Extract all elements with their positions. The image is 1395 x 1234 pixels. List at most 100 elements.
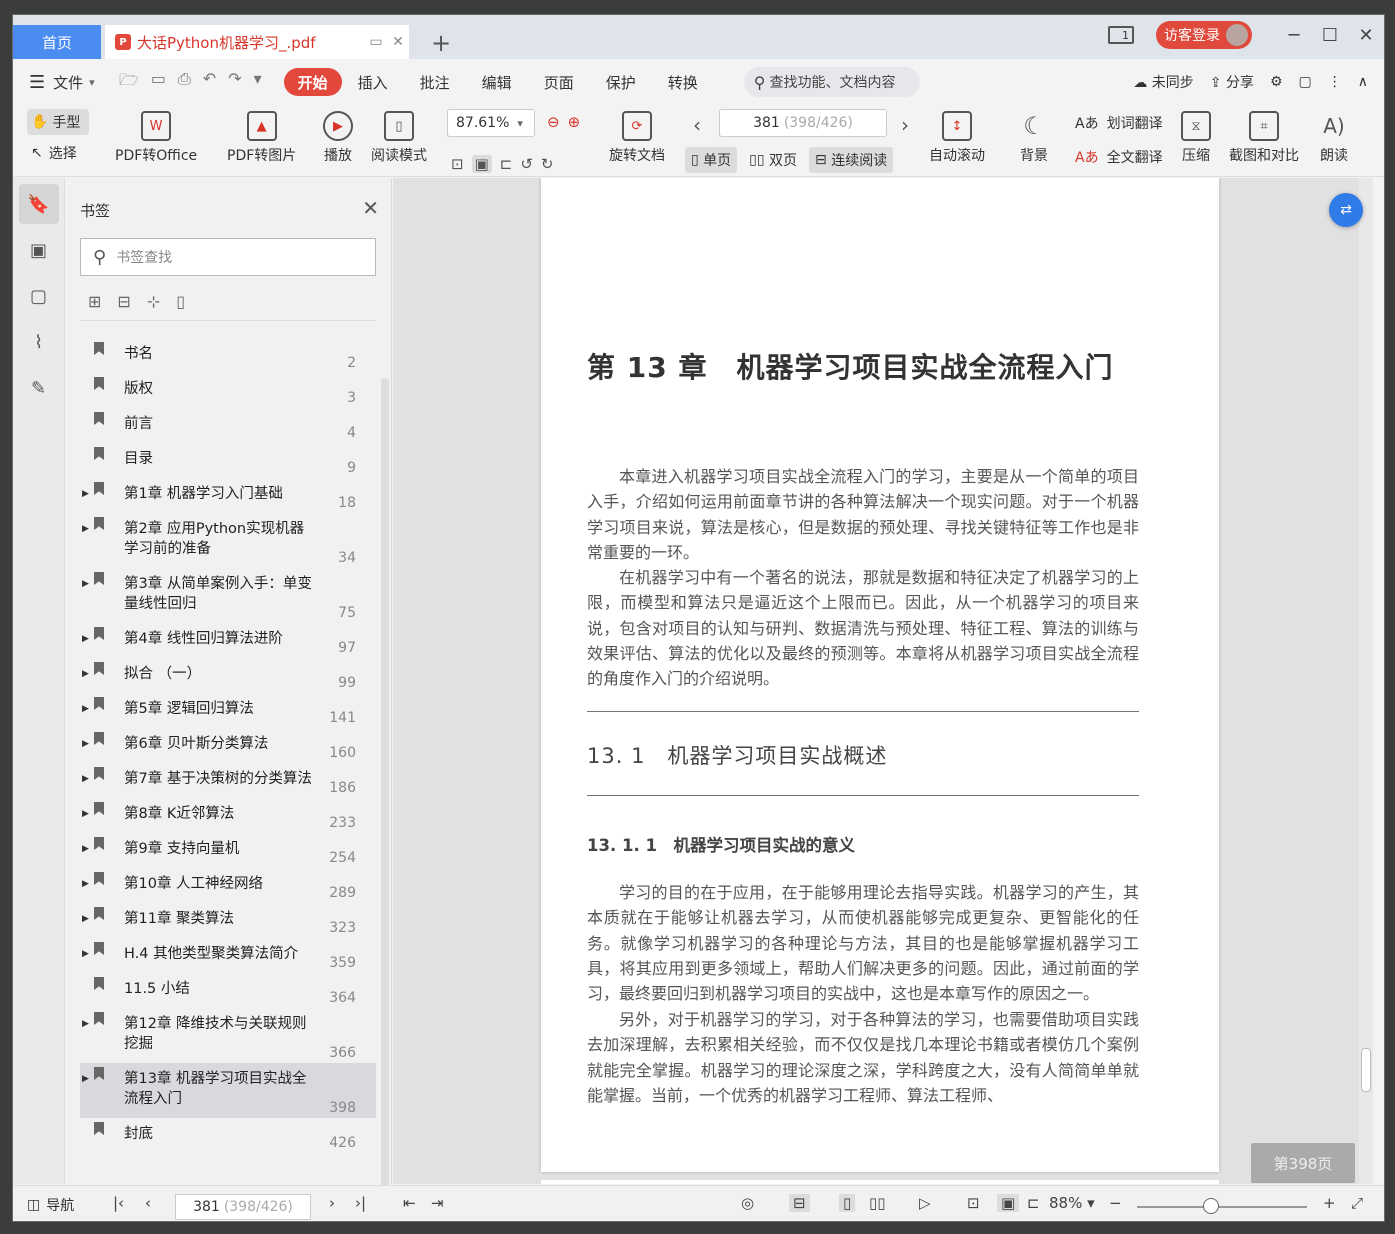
rotate-document-button[interactable]: ⟳ 旋转文档 <box>609 111 665 165</box>
tab-edit[interactable]: 编辑 <box>466 68 528 96</box>
expand-arrow-icon[interactable]: ▶ <box>82 484 89 504</box>
expand-all-icon[interactable]: ⊞ <box>88 292 101 311</box>
tab-document[interactable]: P 大话Python机器学习_.pdf ▭ ✕ <box>105 25 409 59</box>
expand-arrow-icon[interactable]: ▶ <box>82 909 89 929</box>
tab-annotate[interactable]: 批注 <box>404 68 466 96</box>
eye-care-icon[interactable]: ◎ <box>741 1194 754 1212</box>
continuous-read-button[interactable]: ⊟ 连续阅读 <box>809 147 894 173</box>
expand-arrow-icon[interactable]: ▶ <box>82 804 89 824</box>
page-number-input[interactable]: 381 (398/426) <box>719 109 887 137</box>
feature-search-input[interactable]: ⚲ 查找功能、文档内容 <box>743 67 920 97</box>
expand-arrow-icon[interactable]: ▶ <box>82 699 89 719</box>
comment-icon[interactable]: ▢ <box>19 276 59 316</box>
rotate-right-icon[interactable]: ↻ <box>541 155 554 173</box>
fit-page-icon[interactable]: ▣ <box>471 155 492 173</box>
bookmark-item[interactable]: ▶ 第3章 从简单案例入手：单变量线性回归 75 <box>80 568 376 623</box>
zoom-out-icon[interactable]: ⊖ <box>547 113 560 131</box>
bookmark-item[interactable]: ▶ 第2章 应用Python实现机器学习前的准备 34 <box>80 513 376 568</box>
zoom-slider[interactable] <box>1137 1206 1307 1208</box>
single-page-button[interactable]: ▯ 单页 <box>685 147 738 173</box>
bookmark-item[interactable]: ▶ 第4章 线性回归算法进阶 97 <box>80 623 376 658</box>
print-icon[interactable]: ⎙ <box>178 69 191 96</box>
expand-arrow-icon[interactable]: ▶ <box>82 629 89 649</box>
double-page-icon[interactable]: ▯▯ <box>869 1194 886 1212</box>
bookmark-item[interactable]: ▶ 第1章 机器学习入门基础 18 <box>80 478 376 513</box>
next-page-button[interactable]: › <box>901 113 909 137</box>
document-scrollbar[interactable] <box>1359 178 1373 1184</box>
minimize-icon[interactable]: ─ <box>1276 25 1312 46</box>
rotate-left-icon[interactable]: ↺ <box>520 155 533 173</box>
background-button[interactable]: ☾ 背景 <box>1019 111 1049 165</box>
bookmark-icon[interactable]: 🔖 <box>18 184 59 224</box>
expand-arrow-icon[interactable]: ▶ <box>82 874 89 894</box>
zoom-out-icon[interactable]: − <box>1109 1194 1122 1212</box>
expand-arrow-icon[interactable]: ▶ <box>82 1014 89 1034</box>
play-button[interactable]: ▶ 播放 <box>323 111 353 165</box>
zoom-slider-knob[interactable] <box>1203 1198 1219 1214</box>
document-viewport[interactable]: 第 13 章 机器学习项目实战全流程入门 本章进入机器学习项目实战全流程入门的学… <box>393 178 1373 1184</box>
tab-float-icon[interactable]: ▭ <box>365 34 387 50</box>
bookmark-search-input[interactable]: ⚲ 书签查找 <box>80 238 376 276</box>
expand-arrow-icon[interactable]: ▶ <box>82 839 89 859</box>
bookmark-item[interactable]: 版权 3 <box>80 373 376 408</box>
tab-close-icon[interactable]: ✕ <box>387 34 409 50</box>
bookmark-item[interactable]: ▶ H.4 其他类型聚类算法简介 359 <box>80 938 376 973</box>
word-translate-button[interactable]: Aあ 划词翻译 <box>1075 113 1163 133</box>
add-bookmark-icon[interactable]: ⊹ <box>147 292 160 311</box>
bookmark-item[interactable]: ▶ 第9章 支持向量机 254 <box>80 833 376 868</box>
fit-width-icon[interactable]: ⊏ <box>500 155 513 173</box>
tab-insert[interactable]: 插入 <box>342 68 404 96</box>
pdf-to-image-button[interactable]: ▲ PDF转图片 <box>227 111 296 165</box>
scrollbar-thumb[interactable] <box>1361 1048 1371 1092</box>
auto-scroll-button[interactable]: ↕ 自动滚动 <box>929 111 985 165</box>
next-page-icon[interactable]: › <box>329 1194 335 1212</box>
page-count-icon[interactable]: 1 <box>1108 26 1134 44</box>
undo-icon[interactable]: ↶ <box>203 69 216 96</box>
tab-home[interactable]: 首页 <box>13 25 101 59</box>
signature-icon[interactable]: ✎ <box>19 368 59 408</box>
more-icon[interactable]: ▾ <box>254 69 262 96</box>
tab-protect[interactable]: 保护 <box>590 68 652 96</box>
settings-icon[interactable]: ⚙ <box>1270 74 1283 90</box>
sync-button[interactable]: ☁ 未同步 <box>1133 72 1193 92</box>
bookmark-item[interactable]: 书名 2 <box>80 338 376 373</box>
fullscreen-icon[interactable]: ⤢ <box>1351 1194 1363 1212</box>
bookmark-item[interactable]: ▶ 第12章 降维技术与关联规则挖掘 366 <box>80 1008 376 1063</box>
expand-arrow-icon[interactable]: ▶ <box>82 664 89 684</box>
hand-tool-button[interactable]: ✋ 手型 <box>27 109 89 135</box>
more-vertical-icon[interactable]: ⋮ <box>1328 74 1342 90</box>
read-mode-button[interactable]: ▯ 阅读模式 <box>371 111 427 165</box>
expand-arrow-icon[interactable]: ▶ <box>82 1069 89 1089</box>
redo-icon[interactable]: ↷ <box>228 69 241 96</box>
bookmark-item[interactable]: ▶ 拟合 （一） 99 <box>80 658 376 693</box>
select-tool-button[interactable]: ↖ 选择 <box>31 143 77 163</box>
expand-arrow-icon[interactable]: ▶ <box>82 574 89 594</box>
actual-size-icon[interactable]: ⊡ <box>451 155 464 173</box>
bookmark-item[interactable]: ▶ 第6章 贝叶斯分类算法 160 <box>80 728 376 763</box>
prev-page-button[interactable]: ‹ <box>693 113 701 137</box>
full-translate-button[interactable]: Aあ 全文翻译 <box>1075 147 1163 167</box>
expand-arrow-icon[interactable]: ▶ <box>82 769 89 789</box>
first-page-icon[interactable]: |‹ <box>113 1194 124 1212</box>
zoom-in-icon[interactable]: + <box>1323 1194 1336 1212</box>
zoom-in-icon[interactable]: ⊕ <box>568 113 581 131</box>
bookmark-item[interactable]: 目录 9 <box>80 443 376 478</box>
compress-button[interactable]: ⧖ 压缩 <box>1181 111 1211 165</box>
tab-page[interactable]: 页面 <box>528 68 590 96</box>
collapse-all-icon[interactable]: ⊟ <box>117 292 130 311</box>
continuous-icon[interactable]: ⊟ <box>789 1194 810 1212</box>
bookmark-item[interactable]: 前言 4 <box>80 408 376 443</box>
expand-arrow-icon[interactable]: ▶ <box>82 519 89 539</box>
screenshot-compare-button[interactable]: ⌗ 截图和对比 <box>1229 111 1299 165</box>
pdf-to-office-button[interactable]: W PDF转Office <box>115 111 197 165</box>
panel-scrollbar[interactable] <box>381 378 389 1188</box>
comment-icon[interactable]: ▢ <box>1299 74 1312 90</box>
fit-page-icon[interactable]: ▣ <box>997 1194 1020 1212</box>
close-icon[interactable]: ✕ <box>1348 25 1384 46</box>
prev-page-icon[interactable]: ‹ <box>145 1194 151 1212</box>
status-page-input[interactable]: 381 (398/426) <box>175 1194 311 1220</box>
play-icon[interactable]: ▷ <box>919 1194 931 1212</box>
attachment-icon[interactable]: ⌇ <box>19 322 59 362</box>
single-page-icon[interactable]: ▯ <box>839 1194 856 1212</box>
zoom-select[interactable]: 88% ▾ <box>1049 1194 1095 1212</box>
